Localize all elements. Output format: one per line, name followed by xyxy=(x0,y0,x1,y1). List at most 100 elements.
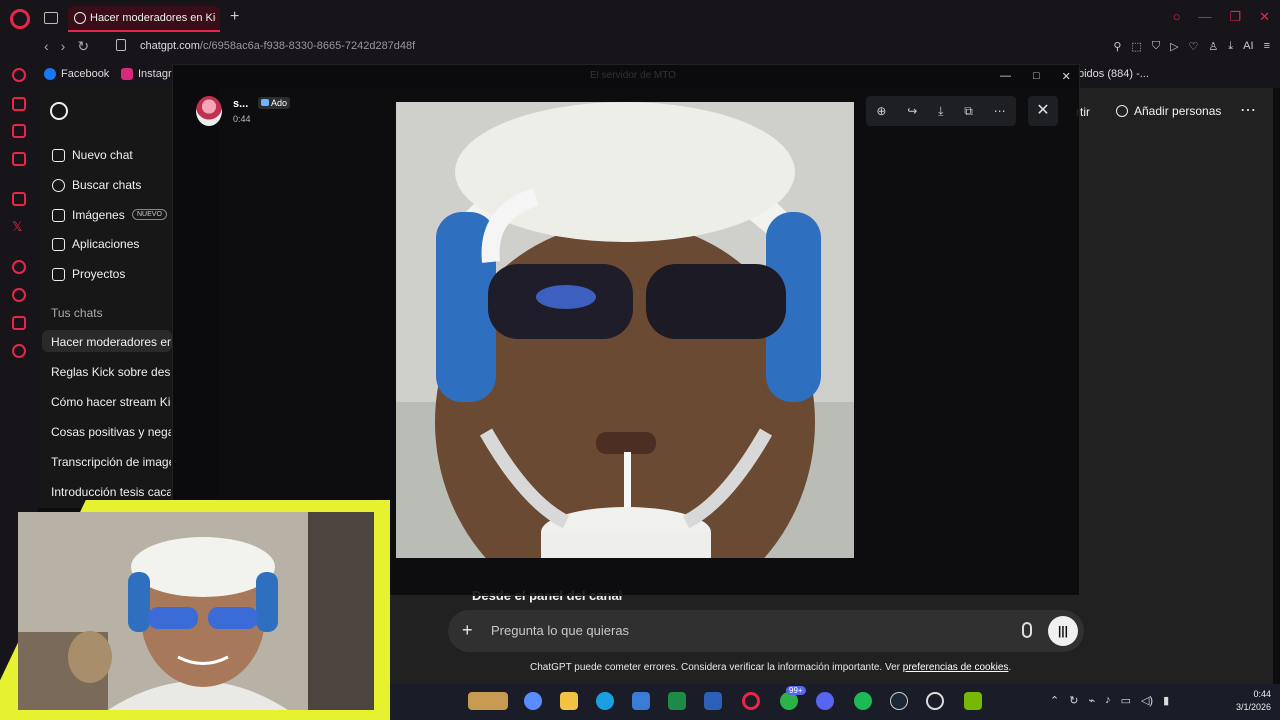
opera-taskbar-icon[interactable] xyxy=(742,692,760,710)
heart-icon xyxy=(261,99,269,106)
back-icon[interactable]: ‹ xyxy=(44,38,49,55)
steam-icon[interactable] xyxy=(890,692,908,710)
url-field[interactable]: chatgpt.com/c/6958ac6a-f938-8330-8665-72… xyxy=(140,40,415,52)
heart-icon[interactable]: ♡ xyxy=(1189,40,1199,53)
nav-projects[interactable]: Proyectos xyxy=(52,267,125,281)
settings-icon[interactable] xyxy=(12,344,26,358)
nav-images[interactable]: Imágenes xyxy=(52,208,125,222)
history-icon[interactable] xyxy=(12,288,26,302)
notification-badge: 99+ xyxy=(786,686,806,695)
player-icon[interactable] xyxy=(12,260,26,274)
copilot-icon[interactable] xyxy=(524,692,542,710)
webcam-feed xyxy=(18,512,374,710)
open-external-icon[interactable]: ⧉ xyxy=(964,104,973,119)
nav-apps[interactable]: Aplicaciones xyxy=(52,237,139,251)
more-options-icon[interactable]: ⋯ xyxy=(1240,100,1256,120)
voice-mode-button[interactable]: ||| xyxy=(1048,616,1078,646)
section-label: Tus chats xyxy=(51,306,103,320)
search-icon[interactable]: ○ xyxy=(1173,9,1181,25)
excel-icon[interactable] xyxy=(668,692,686,710)
profile-icon[interactable]: ♙ xyxy=(1208,40,1218,53)
aria-icon[interactable] xyxy=(12,68,26,82)
chevron-up-icon[interactable]: ⌃ xyxy=(1050,694,1059,707)
pin-icon[interactable]: ⚲ xyxy=(1113,40,1121,53)
microphone-icon[interactable] xyxy=(1022,622,1032,638)
tab-label: Hacer moderadores en Kick xyxy=(90,12,216,24)
close-icon[interactable]: ✕ xyxy=(1062,70,1071,83)
shield-icon[interactable]: ⛉ xyxy=(1152,40,1160,53)
message-time: 0:44 xyxy=(233,114,251,124)
cookie-preferences-link[interactable]: preferencias de cookies xyxy=(903,662,1009,673)
twitch-icon[interactable] xyxy=(12,192,26,206)
chat-item[interactable]: Hacer moderadores en Kick xyxy=(51,335,171,349)
user-name[interactable]: s... xyxy=(233,98,248,110)
discord-window-title: El servidor de MTO xyxy=(590,70,676,81)
minimize-icon[interactable]: — xyxy=(1198,9,1211,25)
download-icon[interactable]: ⤓ xyxy=(938,104,943,119)
nav-new-chat[interactable]: Nuevo chat xyxy=(52,148,133,162)
x-icon[interactable]: 𝕏 xyxy=(12,220,26,234)
url-host: chatgpt.com xyxy=(140,40,200,52)
clock-time: 0:44 xyxy=(1253,689,1272,699)
obs-icon[interactable] xyxy=(926,692,944,710)
chat-item[interactable]: Transcripción de imagen xyxy=(51,455,171,469)
forward-icon[interactable]: › xyxy=(61,38,66,55)
avatar[interactable] xyxy=(196,96,222,126)
zoom-icon[interactable]: ⊕ xyxy=(876,104,886,118)
minimize-icon[interactable]: — xyxy=(1000,70,1011,83)
close-viewer-button[interactable]: ✕ xyxy=(1028,96,1058,126)
network-icon[interactable]: ⌁ xyxy=(1088,694,1095,707)
restore-icon[interactable]: ❐ xyxy=(1229,9,1241,25)
extensions-icon[interactable] xyxy=(12,316,26,330)
tab-overview-icon[interactable] xyxy=(44,12,58,24)
forward-icon[interactable]: ↪ xyxy=(907,104,917,118)
attach-plus-icon[interactable]: + xyxy=(462,620,473,641)
bookmark-other[interactable]: bidos (884) -... xyxy=(1078,68,1149,80)
facebook-icon xyxy=(44,68,56,80)
sync-icon[interactable]: ↻ xyxy=(1069,694,1078,707)
prompt-input[interactable]: Pregunta lo que quieras xyxy=(491,623,629,638)
ai-button[interactable]: AI xyxy=(1243,40,1253,53)
download-icon[interactable]: ⤓ xyxy=(1228,40,1233,53)
discord-icon[interactable] xyxy=(816,692,834,710)
spotify-icon[interactable] xyxy=(854,692,872,710)
widgets-icon[interactable] xyxy=(468,692,508,710)
store-icon[interactable] xyxy=(632,692,650,710)
taskbar-clock[interactable]: 0:44 3/1/2026 xyxy=(1236,688,1271,714)
word-icon[interactable] xyxy=(704,692,722,710)
close-icon[interactable]: ✕ xyxy=(1259,9,1270,25)
wallet-icon[interactable] xyxy=(12,124,26,138)
add-people-button[interactable]: Añadir personas xyxy=(1116,104,1221,118)
nvidia-icon[interactable] xyxy=(964,692,982,710)
chatgpt-logo-icon[interactable] xyxy=(50,102,68,120)
lock-icon[interactable] xyxy=(116,39,126,51)
bookmark-instagram[interactable]: Instagr xyxy=(121,68,172,80)
microphone-icon[interactable]: ♪ xyxy=(1105,694,1111,707)
nav-search-chats[interactable]: Buscar chats xyxy=(52,178,141,192)
tab-active[interactable]: Hacer moderadores en Kick xyxy=(68,6,220,32)
edge-icon[interactable] xyxy=(596,692,614,710)
reload-icon[interactable]: ↻ xyxy=(77,38,89,55)
display-icon[interactable]: ▭ xyxy=(1121,694,1131,707)
chat-item[interactable]: Cosas positivas y negativas xyxy=(51,425,171,439)
navigation-buttons: ‹ › ↻ xyxy=(44,38,89,55)
new-tab-button[interactable]: + xyxy=(230,8,239,26)
chat-item[interactable]: Cómo hacer stream Kick xyxy=(51,395,171,409)
battery-icon[interactable]: ▮ xyxy=(1163,694,1169,707)
workspace-icon[interactable] xyxy=(12,97,26,111)
menu-icon[interactable]: ≡ xyxy=(1264,40,1270,53)
bookmark-facebook[interactable]: Facebook xyxy=(44,68,109,80)
edit-icon xyxy=(52,148,65,162)
more-icon[interactable]: ⋯ xyxy=(994,104,1006,118)
play-icon[interactable]: ▷ xyxy=(1170,40,1178,53)
snapshot-icon[interactable]: ⬚ xyxy=(1131,40,1141,53)
opera-logo-icon[interactable] xyxy=(10,9,30,29)
messenger-icon[interactable] xyxy=(12,152,26,166)
chatgpt-favicon-icon xyxy=(74,12,86,24)
chat-item[interactable]: Reglas Kick sobre desnudez xyxy=(51,365,171,379)
file-explorer-icon[interactable] xyxy=(560,692,578,710)
maximize-icon[interactable]: □ xyxy=(1033,70,1040,83)
volume-icon[interactable]: ◁) xyxy=(1141,694,1153,707)
chat-item[interactable]: Introducción tesis cacao xyxy=(51,485,171,499)
address-actions: ⚲ ⬚ ⛉ ▷ ♡ ♙ ⤓ AI ≡ xyxy=(1113,40,1270,53)
